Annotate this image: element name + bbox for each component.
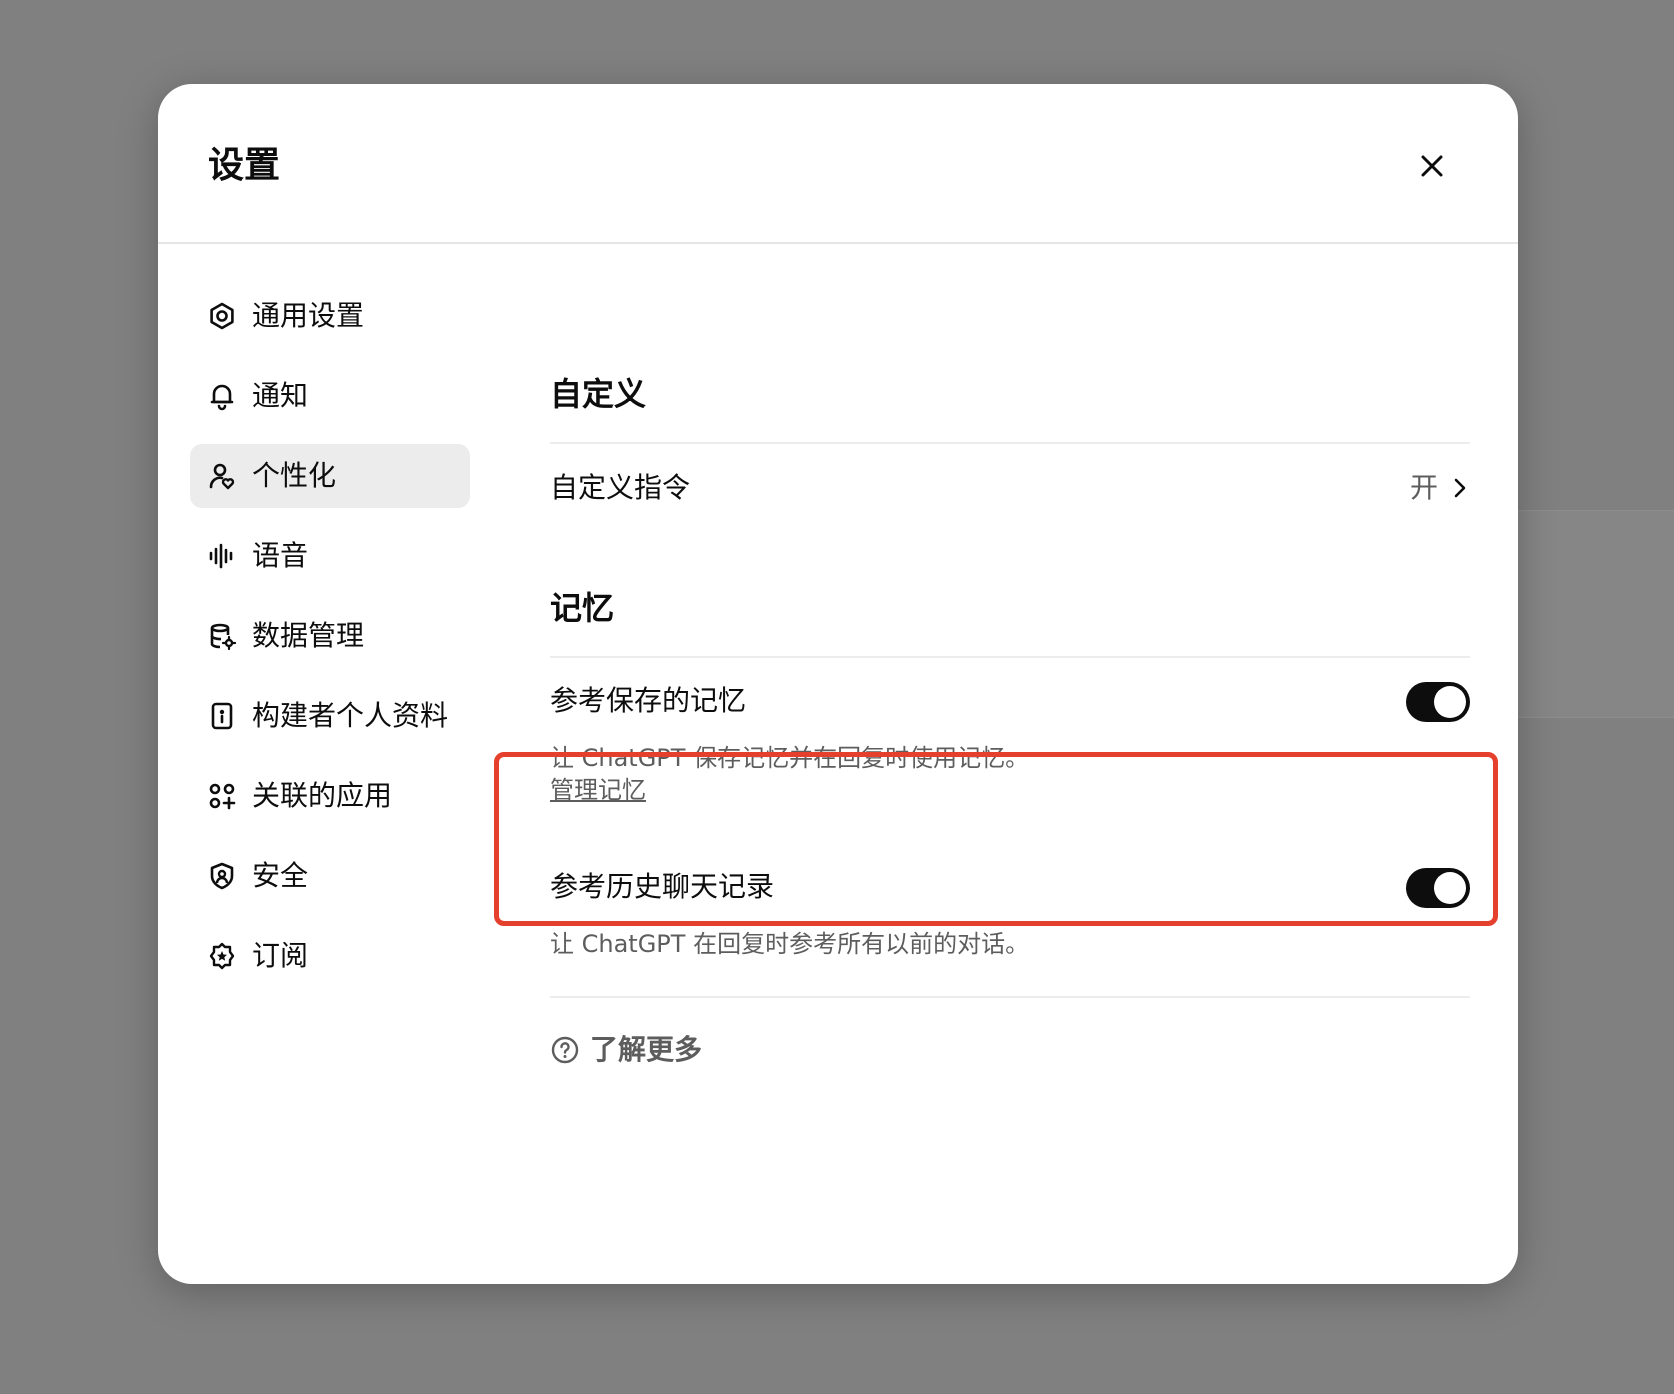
background-panel bbox=[1500, 510, 1674, 718]
sidebar-item-label: 关联的应用 bbox=[252, 779, 393, 812]
sidebar-item-general[interactable]: 通用设置 bbox=[190, 284, 470, 348]
sidebar-item-label: 数据管理 bbox=[252, 619, 365, 652]
custom-instructions-row[interactable]: 自定义指令 开 bbox=[550, 469, 1470, 513]
settings-modal: 设置 通用设置 通知 个性化 语音 数据管理 构建者个人资料 关联的应用 安全 … bbox=[158, 84, 1518, 1284]
chat-history-toggle[interactable] bbox=[1406, 868, 1470, 908]
sidebar-item-notifications[interactable]: 通知 bbox=[190, 364, 470, 428]
section-divider bbox=[550, 442, 1470, 444]
toggle-knob bbox=[1434, 686, 1466, 718]
saved-memory-setting: 参考保存的记忆 让 ChatGPT 保存记忆并在回复时使用记忆。 管理记忆 bbox=[550, 682, 1470, 832]
chat-history-description: 让 ChatGPT 在回复时参考所有以前的对话。 bbox=[550, 930, 1030, 958]
memory-section: 记忆 bbox=[550, 586, 1470, 630]
chevron-right-icon bbox=[1454, 478, 1466, 498]
sidebar-item-label: 安全 bbox=[252, 859, 309, 892]
sidebar-item-label: 通知 bbox=[252, 379, 309, 412]
id-badge-icon bbox=[206, 700, 238, 732]
database-gear-icon bbox=[206, 620, 238, 652]
customize-section: 自定义 bbox=[550, 372, 1470, 416]
modal-header: 设置 bbox=[158, 84, 1518, 244]
saved-memory-description: 让 ChatGPT 保存记忆并在回复时使用记忆。 bbox=[550, 744, 1030, 772]
customize-section-title: 自定义 bbox=[550, 375, 647, 413]
sidebar-item-subscription[interactable]: 订阅 bbox=[190, 924, 470, 988]
sidebar-item-label: 构建者个人资料 bbox=[252, 699, 449, 732]
settings-sidebar: 通用设置 通知 个性化 语音 数据管理 构建者个人资料 关联的应用 安全 订阅 bbox=[190, 284, 470, 1004]
learn-more-label: 了解更多 bbox=[590, 1033, 703, 1066]
custom-instructions-value: 开 bbox=[1409, 471, 1438, 504]
shield-lock-icon bbox=[206, 860, 238, 892]
learn-more-link[interactable]: 了解更多 bbox=[550, 1028, 1470, 1072]
chat-history-label: 参考历史聊天记录 bbox=[550, 870, 775, 903]
toggle-knob bbox=[1434, 872, 1466, 904]
close-icon bbox=[1421, 155, 1443, 177]
custom-instructions-label: 自定义指令 bbox=[550, 471, 691, 504]
help-circle-icon bbox=[551, 1036, 579, 1064]
waveform-icon bbox=[206, 540, 238, 572]
sidebar-item-security[interactable]: 安全 bbox=[190, 844, 470, 908]
sidebar-item-label: 订阅 bbox=[252, 939, 309, 972]
gear-icon bbox=[206, 300, 238, 332]
memory-section-title: 记忆 bbox=[550, 589, 615, 627]
star-badge-icon bbox=[206, 940, 238, 972]
sidebar-item-connected-apps[interactable]: 关联的应用 bbox=[190, 764, 470, 828]
close-button[interactable] bbox=[1410, 144, 1454, 188]
person-heart-icon bbox=[206, 460, 238, 492]
bell-icon bbox=[206, 380, 238, 412]
section-divider bbox=[550, 656, 1470, 658]
sidebar-item-data-controls[interactable]: 数据管理 bbox=[190, 604, 470, 668]
sidebar-item-builder-profile[interactable]: 构建者个人资料 bbox=[190, 684, 470, 748]
sidebar-item-label: 个性化 bbox=[252, 459, 337, 492]
saved-memory-toggle[interactable] bbox=[1406, 682, 1470, 722]
sidebar-item-voice[interactable]: 语音 bbox=[190, 524, 470, 588]
apps-grid-icon bbox=[206, 780, 238, 812]
chat-history-setting: 参考历史聊天记录 让 ChatGPT 在回复时参考所有以前的对话。 bbox=[550, 868, 1470, 988]
modal-title: 设置 bbox=[208, 145, 281, 186]
sidebar-item-label: 通用设置 bbox=[252, 299, 365, 332]
sidebar-item-label: 语音 bbox=[252, 539, 309, 572]
sidebar-item-personalization[interactable]: 个性化 bbox=[190, 444, 470, 508]
custom-instructions-status: 开 bbox=[1410, 469, 1470, 507]
saved-memory-label: 参考保存的记忆 bbox=[550, 684, 747, 717]
section-divider bbox=[550, 996, 1470, 998]
manage-memory-link[interactable]: 管理记忆 bbox=[550, 774, 646, 806]
